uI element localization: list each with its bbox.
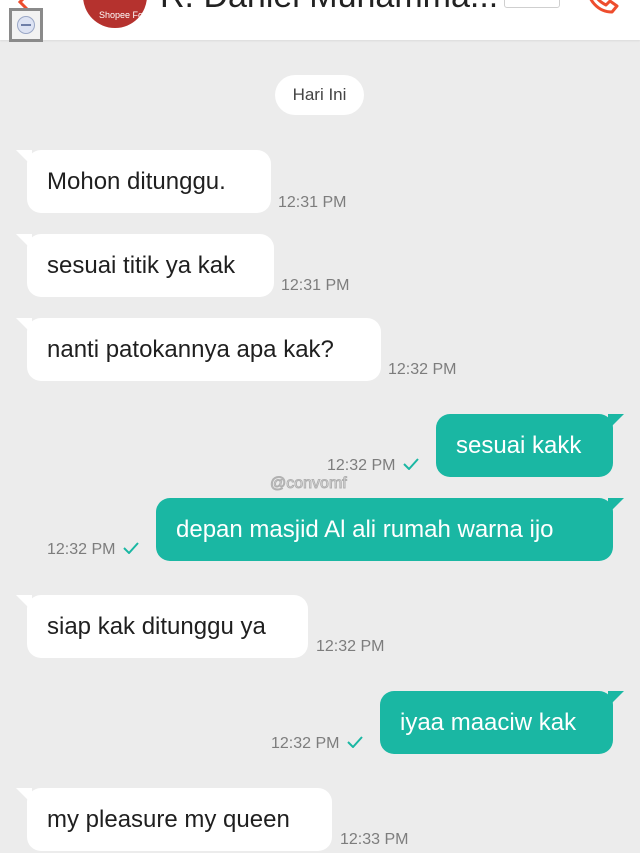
message-bubble-incoming[interactable]: sesuai titik ya kak (16, 234, 274, 297)
date-separator: Hari Ini (275, 75, 364, 115)
message-bubble-incoming[interactable]: siap kak ditunggu ya (16, 595, 308, 658)
message-bubble-outgoing[interactable]: depan masjid Al ali rumah warna ijo (156, 498, 624, 561)
floating-assist-button[interactable] (9, 8, 43, 42)
message-time: 12:32 PM (388, 361, 457, 378)
message-time: 12:32 PM (327, 456, 420, 476)
contact-name[interactable]: R. Daniel Muhamma... (160, 0, 498, 16)
message-text: siap kak ditunggu ya (47, 613, 266, 640)
message-bubble-incoming[interactable]: nanti patokannya apa kak? (16, 318, 381, 381)
sent-check-icon (403, 458, 420, 471)
avatar-brand-text: Shopee Food (99, 10, 147, 20)
sent-check-icon (347, 736, 364, 749)
message-bubble-outgoing[interactable]: sesuai kakk (436, 414, 624, 477)
message-time: 12:32 PM (47, 540, 140, 560)
message-time: 12:31 PM (278, 194, 347, 211)
chat-header: Shopee Food R. Daniel Muhamma... (0, 0, 640, 40)
message-bubble-incoming[interactable]: Mohon ditunggu. (16, 150, 271, 213)
message-bubble-incoming[interactable]: my pleasure my queen (16, 788, 332, 851)
header-action-box[interactable] (504, 0, 560, 8)
message-time: 12:31 PM (281, 277, 350, 294)
message-text: Mohon ditunggu. (47, 168, 226, 195)
message-text: iyaa maaciw kak (400, 709, 577, 736)
sent-check-icon (123, 542, 140, 555)
message-text: sesuai kakk (456, 432, 582, 459)
message-bubble-outgoing[interactable]: iyaa maaciw kak (380, 691, 624, 754)
message-time: 12:33 PM (340, 831, 409, 848)
watermark-text: @convomf (270, 475, 348, 493)
chat-bubble-icon (17, 16, 35, 34)
phone-icon[interactable] (584, 0, 620, 14)
message-time: 12:32 PM (271, 734, 364, 754)
message-text: depan masjid Al ali rumah warna ijo (176, 516, 554, 543)
message-text: sesuai titik ya kak (47, 252, 236, 279)
message-time: 12:32 PM (316, 638, 385, 655)
message-text: nanti patokannya apa kak? (47, 336, 334, 363)
message-text: my pleasure my queen (47, 806, 290, 833)
avatar[interactable]: Shopee Food (83, 0, 147, 28)
